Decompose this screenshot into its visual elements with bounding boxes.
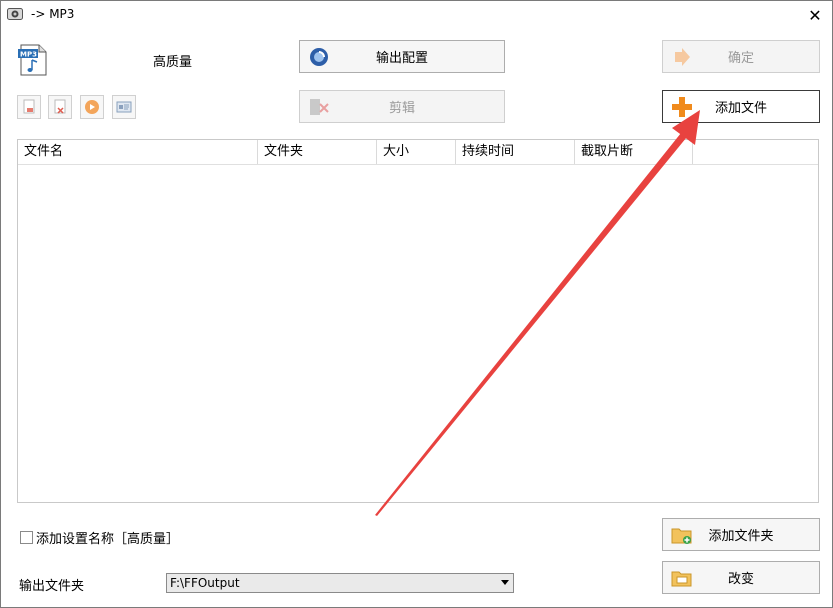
- column-header-size[interactable]: 大小: [377, 140, 456, 164]
- file-list-header: 文件名 文件夹 大小 持续时间 截取片断: [18, 140, 818, 165]
- change-folder-icon: [671, 571, 692, 586]
- clip-label: 剪辑: [388, 101, 415, 116]
- column-header-duration[interactable]: 持续时间: [456, 140, 575, 164]
- svg-text:MP3: MP3: [20, 51, 37, 59]
- add-setting-name-label: 添加设置名称［高质量］: [36, 532, 180, 547]
- clear-button[interactable]: [48, 95, 72, 119]
- output-config-button[interactable]: 输出配置: [299, 40, 505, 73]
- quality-label: 高质量: [153, 55, 193, 70]
- add-folder-button[interactable]: 添加文件夹: [662, 518, 820, 551]
- ok-button[interactable]: 确定: [662, 40, 820, 73]
- ok-label: 确定: [727, 51, 754, 66]
- app-window: -> MP3 ✕ MP3 高质量 输出配置 确定 剪辑 添加文件 文件名 文件夹…: [0, 0, 833, 608]
- play-icon: [85, 100, 99, 114]
- remove-icon: [23, 99, 35, 114]
- play-button[interactable]: [80, 95, 104, 119]
- output-folder-label: 输出文件夹: [19, 579, 85, 594]
- app-icon: [7, 8, 23, 20]
- output-folder-path: F:\FFOutput: [170, 576, 240, 590]
- ok-arrow-icon: [675, 47, 690, 66]
- remove-button[interactable]: [17, 95, 41, 119]
- add-file-button[interactable]: 添加文件: [662, 90, 820, 123]
- add-folder-icon: [671, 528, 692, 544]
- window-title: -> MP3: [31, 7, 75, 21]
- clip-button[interactable]: 剪辑: [299, 90, 505, 123]
- info-icon: [116, 101, 132, 113]
- output-folder-select[interactable]: F:\FFOutput: [166, 573, 514, 593]
- change-button[interactable]: 改变: [662, 561, 820, 594]
- add-setting-name-checkbox[interactable]: [20, 531, 33, 544]
- change-label: 改变: [727, 572, 754, 587]
- column-header-clip-segment[interactable]: 截取片断: [575, 140, 693, 164]
- file-list[interactable]: 文件名 文件夹 大小 持续时间 截取片断: [17, 139, 819, 503]
- add-file-label: 添加文件: [714, 101, 767, 116]
- column-header-filename[interactable]: 文件名: [18, 140, 258, 164]
- close-button[interactable]: ✕: [798, 1, 832, 29]
- chevron-down-icon: [501, 580, 509, 585]
- column-header-folder[interactable]: 文件夹: [258, 140, 377, 164]
- clip-scissors-icon: [310, 98, 329, 115]
- add-folder-label: 添加文件夹: [708, 529, 774, 544]
- add-setting-name-option[interactable]: 添加设置名称［高质量］: [20, 528, 179, 547]
- info-button[interactable]: [112, 95, 136, 119]
- clear-icon: [54, 99, 66, 114]
- output-config-icon: [310, 47, 328, 66]
- output-config-label: 输出配置: [375, 51, 428, 66]
- close-icon: ✕: [808, 5, 822, 25]
- add-plus-icon: [672, 96, 692, 117]
- mp3-file-icon: MP3: [18, 44, 47, 76]
- title-bar: -> MP3 ✕: [1, 1, 832, 29]
